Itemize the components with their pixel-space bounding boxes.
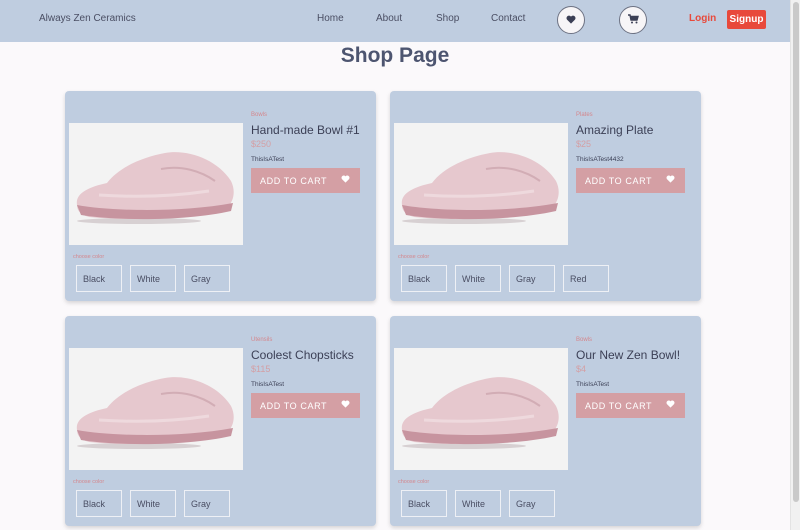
color-option-gray[interactable]: Gray: [509, 265, 555, 292]
product-image: [69, 123, 243, 245]
product-name[interactable]: Hand-made Bowl #1: [251, 123, 360, 137]
heart-icon[interactable]: [666, 400, 675, 410]
product-card: Plates Amazing Plate $25 ThisIsATest4432…: [390, 91, 701, 301]
product-card: Bowls Hand-made Bowl #1 $250 ThisIsATest…: [65, 91, 376, 301]
scrollbar[interactable]: [790, 0, 800, 530]
scroll-thumb[interactable]: [793, 2, 799, 502]
product-category: Plates: [576, 112, 593, 118]
product-description: ThisIsATest: [251, 156, 285, 163]
product-description: ThisIsATest: [576, 381, 610, 388]
product-description: ThisIsATest4432: [576, 156, 624, 163]
product-category: Utensils: [251, 337, 273, 343]
choose-color-label: choose color: [398, 479, 430, 485]
product-price: $4: [576, 364, 587, 374]
color-option-white[interactable]: White: [455, 265, 501, 292]
color-option-white[interactable]: White: [130, 265, 176, 292]
color-option-gray[interactable]: Gray: [509, 490, 555, 517]
product-price: $250: [251, 139, 272, 149]
wishlist-button[interactable]: [557, 6, 585, 34]
add-to-cart-label: ADD TO CART: [260, 175, 328, 186]
product-name[interactable]: Coolest Chopsticks: [251, 348, 354, 362]
heart-icon[interactable]: [666, 175, 675, 185]
product-image: [394, 348, 568, 470]
color-options: Black White Gray: [76, 265, 238, 292]
nav-home[interactable]: Home: [317, 13, 344, 24]
brand-logo[interactable]: Always Zen Ceramics: [39, 13, 136, 24]
color-options: Black White Gray: [76, 490, 238, 517]
color-option-red[interactable]: Red: [563, 265, 609, 292]
choose-color-label: choose color: [73, 254, 105, 260]
add-to-cart-label: ADD TO CART: [585, 175, 653, 186]
nav-contact[interactable]: Contact: [491, 13, 525, 24]
color-option-white[interactable]: White: [455, 490, 501, 517]
color-option-black[interactable]: Black: [401, 490, 447, 517]
color-options: Black White Gray: [401, 490, 563, 517]
product-name[interactable]: Our New Zen Bowl!: [576, 348, 680, 362]
add-to-cart-button[interactable]: ADD TO CART: [251, 168, 360, 193]
login-link[interactable]: Login: [689, 13, 716, 24]
color-option-black[interactable]: Black: [401, 265, 447, 292]
add-to-cart-button[interactable]: ADD TO CART: [576, 168, 685, 193]
color-option-gray[interactable]: Gray: [184, 490, 230, 517]
cart-button[interactable]: [619, 6, 647, 34]
color-option-gray[interactable]: Gray: [184, 265, 230, 292]
color-option-black[interactable]: Black: [76, 490, 122, 517]
product-name[interactable]: Amazing Plate: [576, 123, 653, 137]
heart-icon[interactable]: [341, 175, 350, 185]
heart-icon: [566, 11, 576, 29]
product-card: Bowls Our New Zen Bowl! $4 ThisIsATest A…: [390, 316, 701, 526]
product-description: ThisIsATest: [251, 381, 285, 388]
nav-about[interactable]: About: [376, 13, 402, 24]
add-to-cart-label: ADD TO CART: [585, 400, 653, 411]
product-price: $25: [576, 139, 592, 149]
heart-icon[interactable]: [341, 400, 350, 410]
color-options: Black White Gray Red: [401, 265, 617, 292]
product-price: $115: [251, 364, 271, 374]
product-image: [394, 123, 568, 245]
nav-shop[interactable]: Shop: [436, 13, 459, 24]
product-card: Utensils Coolest Chopsticks $115 ThisIsA…: [65, 316, 376, 526]
page-title: Shop Page: [340, 44, 450, 67]
product-category: Bowls: [576, 337, 593, 343]
color-option-black[interactable]: Black: [76, 265, 122, 292]
shopping-cart-icon: [627, 11, 639, 29]
add-to-cart-button[interactable]: ADD TO CART: [576, 393, 685, 418]
choose-color-label: choose color: [73, 479, 105, 485]
navbar: Always Zen Ceramics Home About Shop Cont…: [0, 0, 790, 42]
product-image: [69, 348, 243, 470]
signup-button[interactable]: Signup: [727, 10, 766, 29]
add-to-cart-label: ADD TO CART: [260, 400, 328, 411]
product-category: Bowls: [251, 112, 268, 118]
add-to-cart-button[interactable]: ADD TO CART: [251, 393, 360, 418]
color-option-white[interactable]: White: [130, 490, 176, 517]
choose-color-label: choose color: [398, 254, 430, 260]
